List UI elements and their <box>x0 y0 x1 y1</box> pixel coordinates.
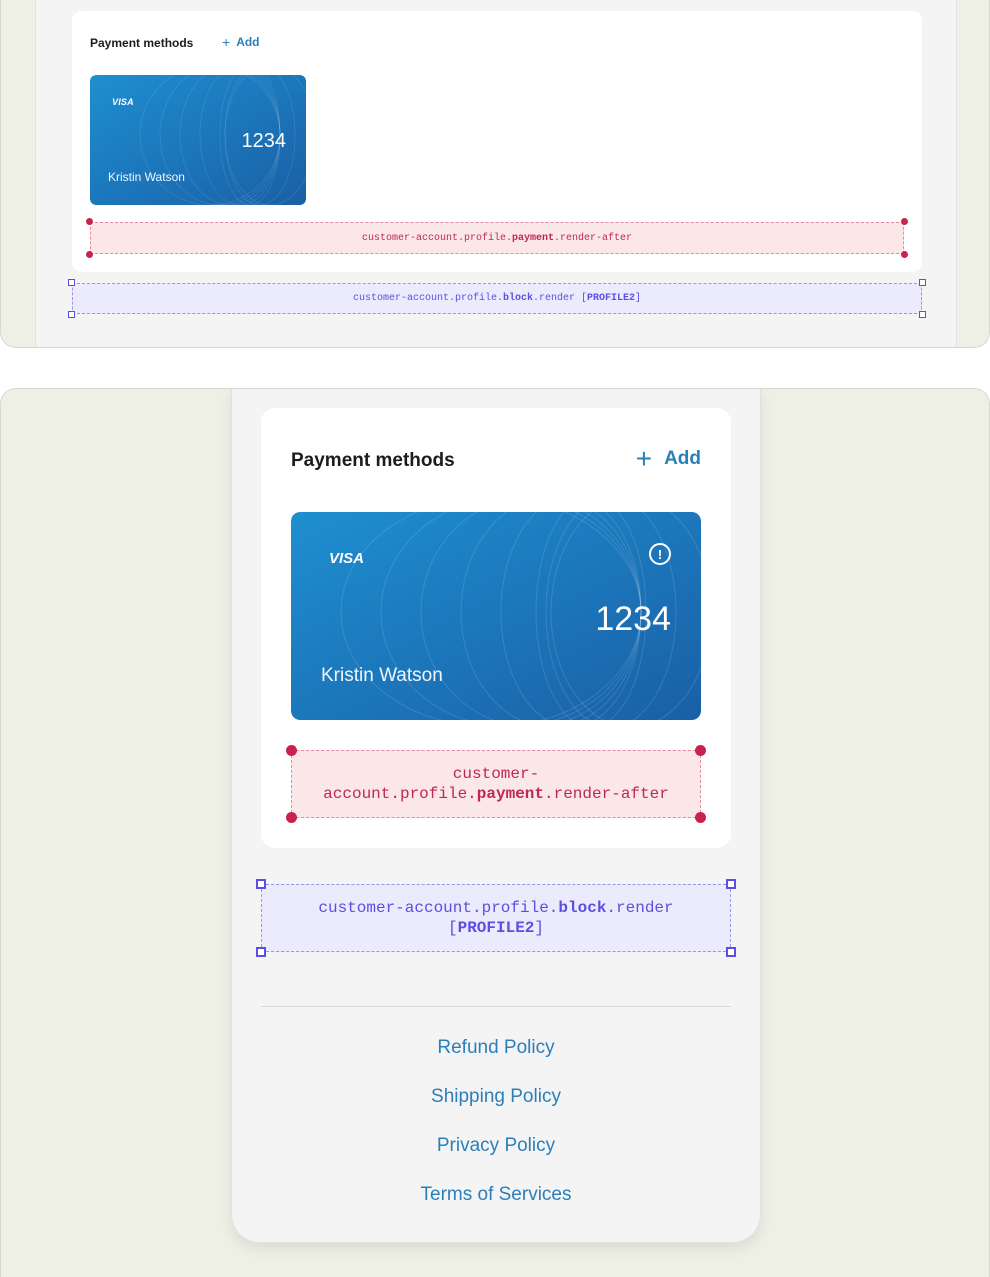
visa-logo: VISA <box>112 97 134 107</box>
extension-target-block-render: customer-account.profile.block.render [PR… <box>256 879 736 957</box>
plus-icon: + <box>222 34 231 50</box>
corner-handle <box>695 812 706 823</box>
card-holder-name: Kristin Watson <box>321 665 443 686</box>
corner-handle <box>286 812 297 823</box>
credit-card[interactable]: VISA 1234 Kristin Watson <box>90 75 306 205</box>
privacy-policy-link[interactable]: Privacy Policy <box>437 1134 555 1183</box>
mobile-preview-frame: Payment methods + Add VISA ! 1234 Kristi… <box>0 388 990 1277</box>
corner-handle <box>726 879 736 889</box>
add-payment-button[interactable]: + Add <box>635 443 701 474</box>
add-label: Add <box>664 448 701 469</box>
corner-handle <box>919 311 926 318</box>
shipping-policy-link[interactable]: Shipping Policy <box>431 1085 561 1134</box>
mobile-page: Payment methods + Add VISA ! 1234 Kristi… <box>231 389 761 1243</box>
corner-handle <box>286 745 297 756</box>
add-label: Add <box>236 35 260 49</box>
corner-handle <box>901 218 908 225</box>
extension-target-label: customer-account.profile.block.render [PR… <box>318 899 674 937</box>
extension-target-label: customer-account.profile.payment.render-… <box>361 232 633 244</box>
extension-target-label: customer-account.profile.payment.render-… <box>323 765 669 803</box>
footer-policy-links: Refund Policy Shipping Policy Privacy Po… <box>232 1036 760 1232</box>
card-last4: 1234 <box>595 600 671 638</box>
terms-of-services-link[interactable]: Terms of Services <box>421 1183 572 1232</box>
corner-handle <box>68 311 75 318</box>
corner-handle <box>68 279 75 286</box>
desktop-page: Payment methods + Add VISA 1234 Kristin … <box>35 0 957 347</box>
extension-target-block-render: customer-account.profile.block.render [P… <box>68 279 926 318</box>
corner-handle <box>919 279 926 286</box>
corner-handle <box>86 251 93 258</box>
card-holder-name: Kristin Watson <box>108 170 185 184</box>
corner-handle <box>901 251 908 258</box>
credit-card[interactable]: VISA ! 1234 Kristin Watson <box>291 512 701 720</box>
corner-handle <box>86 218 93 225</box>
plus-icon: + <box>635 443 653 474</box>
extension-target-payment-render-after: customer-account.profile.payment.render-… <box>286 745 706 823</box>
refund-policy-link[interactable]: Refund Policy <box>437 1036 554 1085</box>
corner-handle <box>726 947 736 957</box>
corner-handle <box>695 745 706 756</box>
payment-methods-card: Payment methods + Add <box>261 408 731 848</box>
payment-methods-title: Payment methods <box>90 36 194 50</box>
alert-circle-icon[interactable]: ! <box>649 543 671 565</box>
extension-target-label: customer-account.profile.block.render [P… <box>352 293 642 304</box>
visa-logo: VISA <box>329 550 365 567</box>
footer-divider <box>261 1006 731 1007</box>
payment-methods-card: Payment methods + Add <box>72 11 922 272</box>
desktop-preview-frame: Payment methods + Add VISA 1234 Kristin … <box>0 0 990 348</box>
corner-handle <box>256 879 266 889</box>
card-last4: 1234 <box>241 130 287 152</box>
corner-handle <box>256 947 266 957</box>
add-payment-button[interactable]: + Add <box>222 34 260 50</box>
payment-methods-title: Payment methods <box>291 450 455 471</box>
extension-target-payment-render-after: customer-account.profile.payment.render-… <box>86 218 908 258</box>
